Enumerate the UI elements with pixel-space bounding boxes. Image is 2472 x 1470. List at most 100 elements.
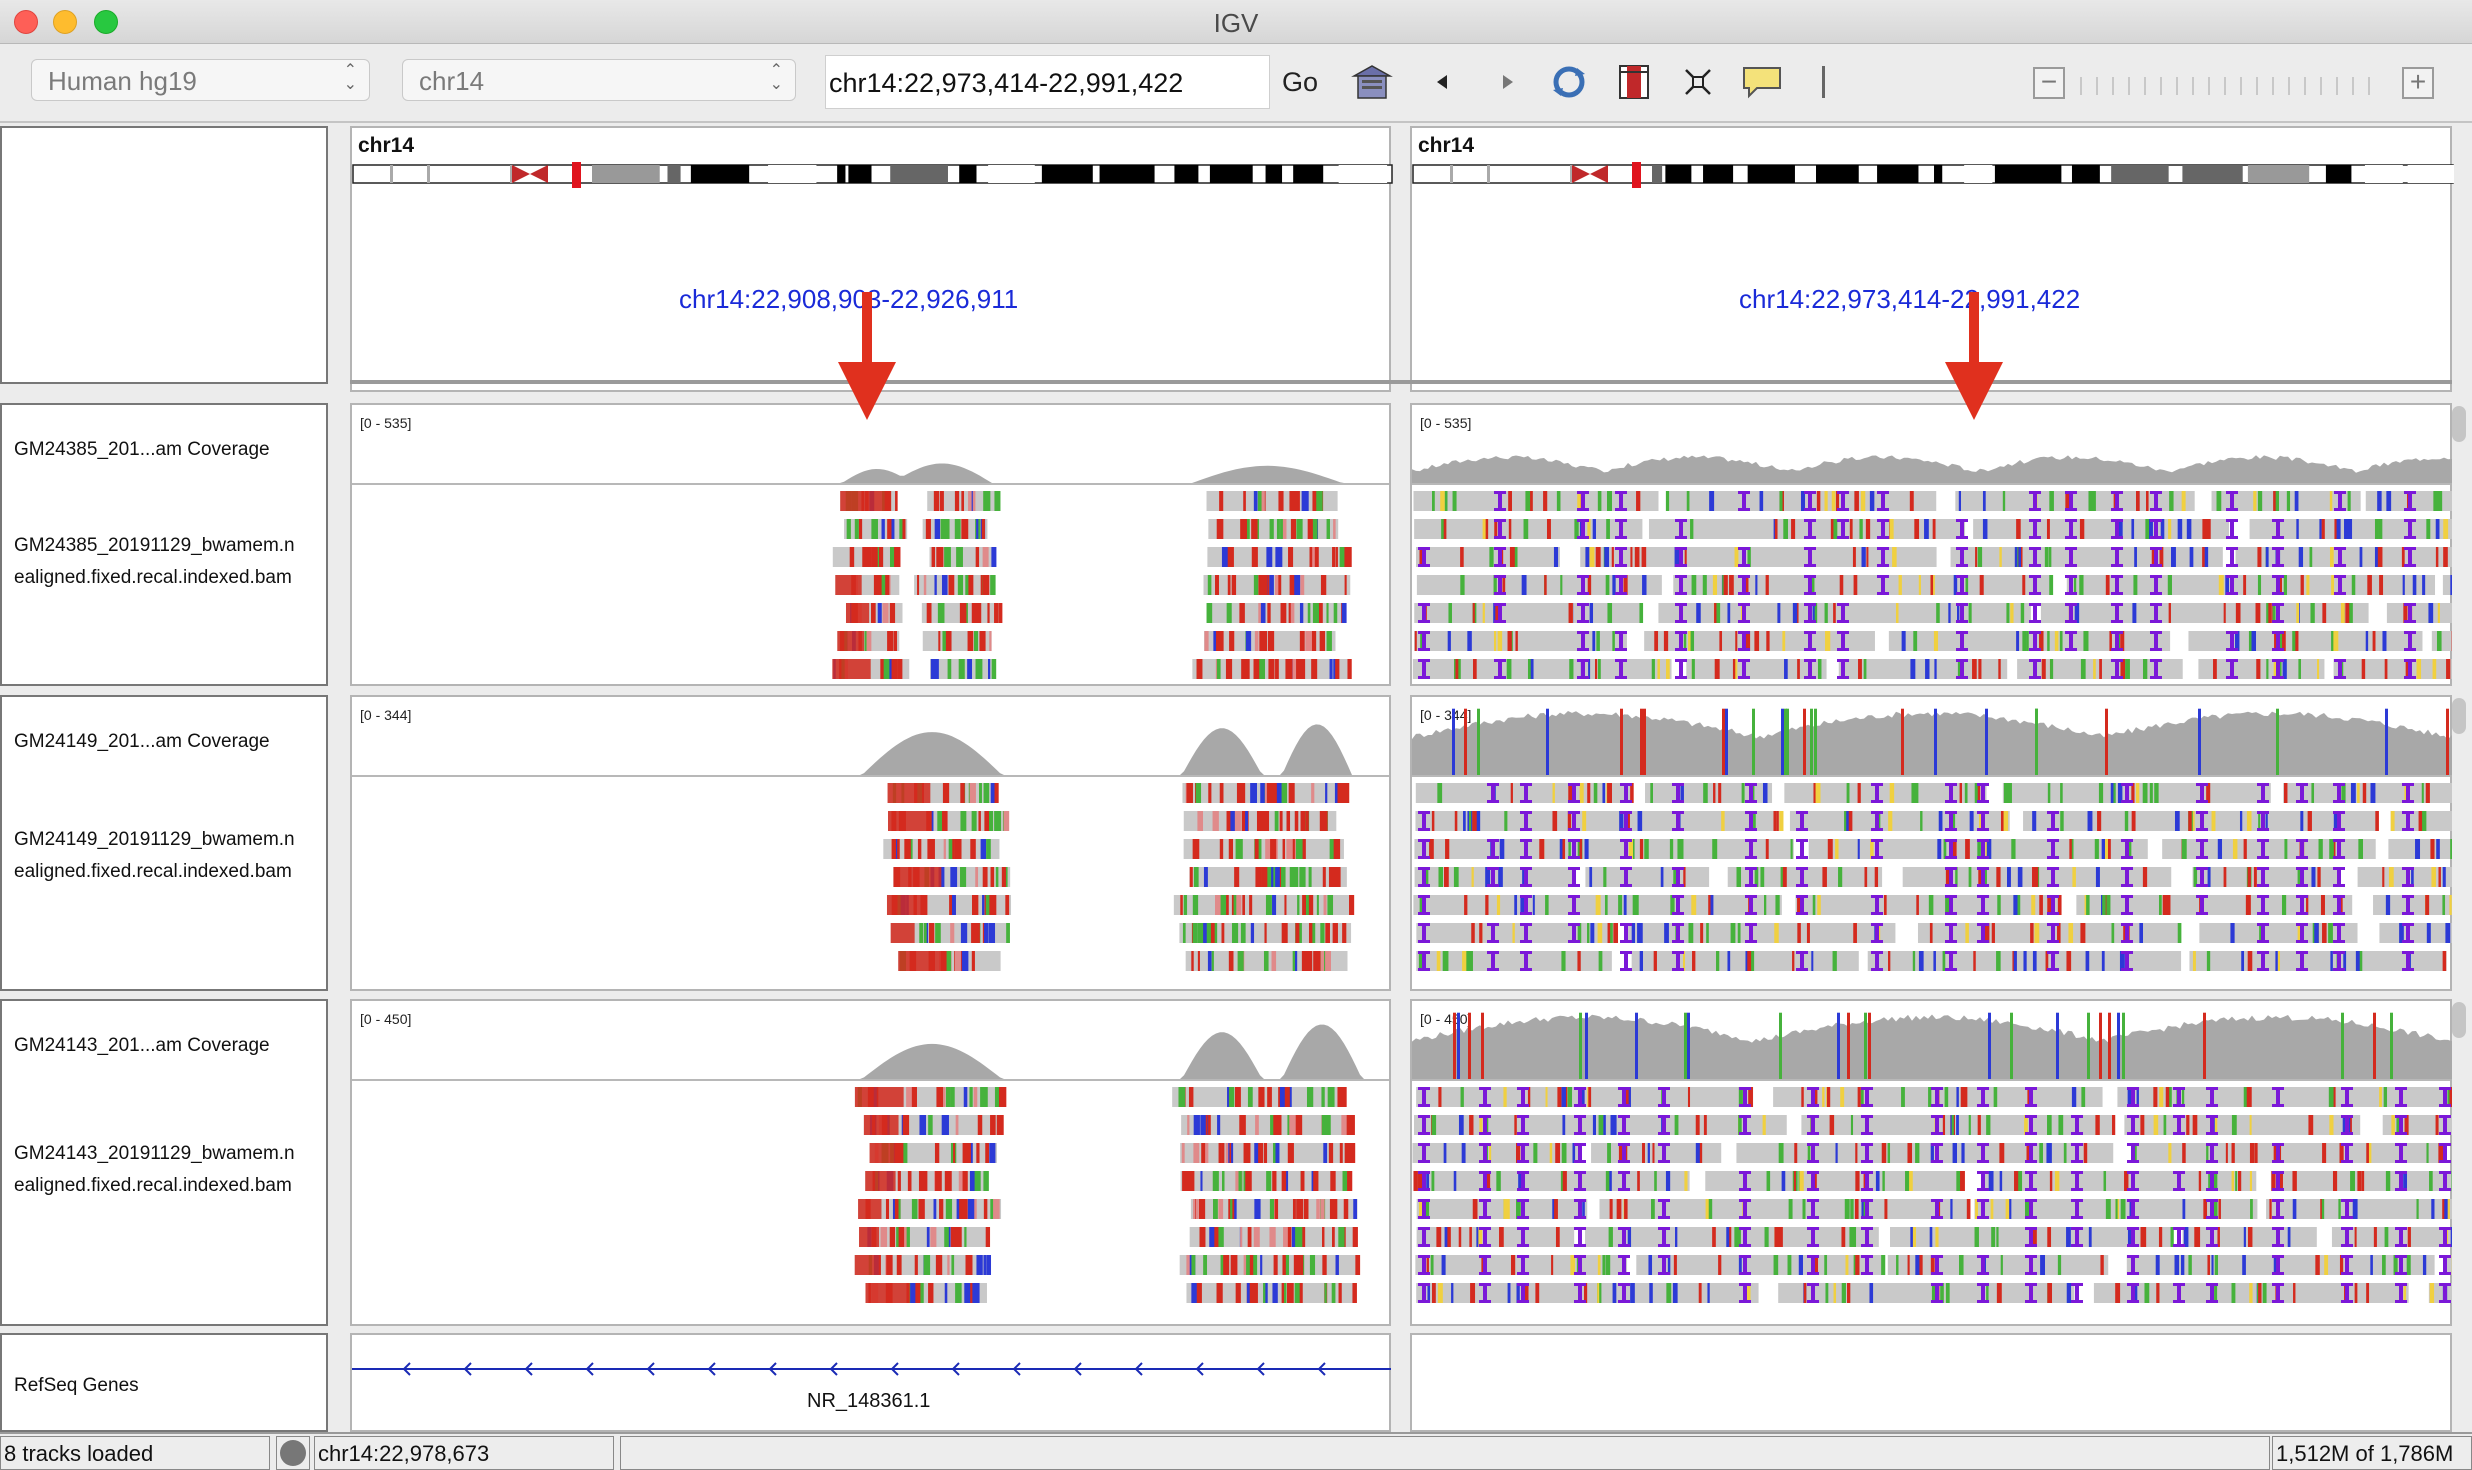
insertion-marker: [1738, 592, 1750, 595]
coverage-track[interactable]: [1412, 1001, 2452, 1079]
coverage-track-name[interactable]: GM24385_201...am Coverage: [14, 439, 270, 461]
alignment-track-name[interactable]: GM24149_20191129_bwamem.n: [14, 829, 326, 851]
read-mismatch: [1272, 1171, 1277, 1191]
read-mismatch: [1811, 951, 1814, 971]
insertion-marker: [1620, 940, 1632, 943]
read-mismatch: [2269, 1199, 2272, 1219]
panel-divider: [330, 126, 350, 1432]
alignment-track[interactable]: [352, 487, 1391, 686]
read-mismatch: [2331, 575, 2335, 595]
read-mismatch: [2258, 1283, 2262, 1303]
read-mismatch: [2231, 1283, 2236, 1303]
scrollbar-thumb[interactable]: [2452, 406, 2466, 442]
locus-input[interactable]: chr14:22,973,414-22,991,422: [825, 55, 1270, 109]
alignment-track[interactable]: [352, 1083, 1391, 1326]
insertion-marker: [2071, 1160, 2083, 1163]
back-icon[interactable]: [1428, 60, 1458, 104]
insertion-marker: [1837, 659, 1849, 662]
chromosome-select[interactable]: chr14 ⌃ ⌄: [402, 59, 796, 101]
insertion-marker: [1418, 895, 1430, 898]
insertion-marker: [2402, 800, 2414, 803]
insertion-marker: [2296, 968, 2308, 971]
read-mismatch: [1326, 603, 1329, 623]
coverage-track-name[interactable]: GM24143_201...am Coverage: [14, 1035, 270, 1057]
read-mismatch: [1279, 811, 1283, 831]
insertion-marker: [2127, 1132, 2139, 1135]
track-name-panel: GM24149_201...am Coverage GM24149_2019112…: [0, 695, 328, 991]
read-mismatch: [2177, 519, 2183, 539]
insertion-marker: [2402, 811, 2414, 814]
zoom-slider[interactable]: [2080, 77, 2380, 95]
gene-track-name[interactable]: RefSeq Genes: [14, 1375, 139, 1397]
read-mismatch: [2253, 867, 2257, 887]
coverage-track[interactable]: [352, 1001, 1391, 1079]
genome-select[interactable]: Human hg19 ⌃ ⌄: [31, 59, 370, 101]
read-mismatch: [1249, 1255, 1254, 1275]
insertion-marker: [2272, 1272, 2284, 1275]
coverage-track[interactable]: [1412, 697, 2452, 775]
read-mismatch: [990, 923, 996, 943]
track-panel-left: [0 - 535]: [350, 403, 1391, 686]
insertion-marker: [1804, 547, 1816, 550]
read-mismatch: [1907, 1143, 1913, 1163]
read-mismatch: [2159, 1087, 2164, 1107]
insertion-marker: [2439, 1272, 2451, 1275]
zoom-in-icon[interactable]: +: [2402, 67, 2434, 99]
read-mismatch: [1649, 1283, 1653, 1303]
alignment-track[interactable]: [1412, 1083, 2452, 1326]
read-mismatch: [2155, 1255, 2160, 1275]
roi-icon[interactable]: [1616, 60, 1652, 104]
read-mismatch: [998, 603, 1003, 623]
insertion-marker: [1745, 867, 1757, 870]
coverage-track[interactable]: [352, 697, 1391, 775]
alignment-track-name[interactable]: GM24385_20191129_bwamem.n: [14, 535, 326, 557]
read-mismatch: [983, 1199, 988, 1219]
read-mismatch: [2238, 1171, 2242, 1191]
go-button[interactable]: Go: [1282, 67, 1318, 98]
home-icon[interactable]: [1350, 60, 1394, 104]
insertion-marker: [1658, 1199, 1670, 1202]
gene-model[interactable]: [352, 1345, 1393, 1385]
read-mismatch: [2377, 547, 2383, 567]
zoom-out-icon[interactable]: −: [2033, 67, 2065, 99]
read-mismatch: [986, 1255, 992, 1275]
forward-icon[interactable]: [1492, 60, 1522, 104]
read-mismatch: [2071, 1087, 2077, 1107]
insertion-marker: [1574, 1188, 1586, 1191]
aligned-read: [1180, 1171, 1348, 1191]
read-mismatch: [1592, 1115, 1597, 1135]
insertion-marker: [1418, 620, 1430, 623]
insertion-marker: [1479, 1160, 1491, 1163]
read-mismatch: [1514, 895, 1518, 915]
read-mismatch: [2058, 1115, 2064, 1135]
read-mismatch: [2104, 839, 2108, 859]
chromosome-ideogram[interactable]: [1412, 162, 2454, 188]
scrollbar-thumb[interactable]: [2452, 698, 2466, 734]
read-mismatch: [1915, 1143, 1918, 1163]
alignment-track[interactable]: [1412, 779, 2452, 991]
coverage-track[interactable]: [1412, 405, 2452, 483]
read-mismatch: [1774, 519, 1778, 539]
read-mismatch: [971, 603, 977, 623]
read-mismatch: [1544, 575, 1547, 595]
insertion-marker: [1837, 603, 1849, 606]
insertion-marker: [1615, 659, 1627, 662]
read-mismatch: [1850, 1199, 1854, 1219]
alignment-track[interactable]: [1412, 487, 2452, 686]
read-mismatch: [1972, 659, 1977, 679]
insertion-marker: [1479, 1188, 1491, 1191]
coverage-track-name[interactable]: GM24149_201...am Coverage: [14, 731, 270, 753]
aligned-read: [1412, 659, 1672, 679]
chromosome-ideogram[interactable]: [352, 162, 1393, 188]
read-mismatch: [898, 1199, 901, 1219]
scrollbar-thumb[interactable]: [2452, 1002, 2466, 1038]
alignment-track[interactable]: [352, 779, 1391, 991]
read-mismatch: [2022, 575, 2026, 595]
alignment-track-name[interactable]: GM24143_20191129_bwamem.n: [14, 1143, 326, 1165]
resize-icon[interactable]: [1680, 60, 1716, 104]
refresh-icon[interactable]: [1545, 60, 1593, 104]
read-mismatch: [1950, 1199, 1953, 1219]
chromosome-label: chr14: [358, 134, 415, 157]
read-mismatch: [1835, 1143, 1838, 1163]
popup-info-icon[interactable]: [1740, 60, 1784, 104]
